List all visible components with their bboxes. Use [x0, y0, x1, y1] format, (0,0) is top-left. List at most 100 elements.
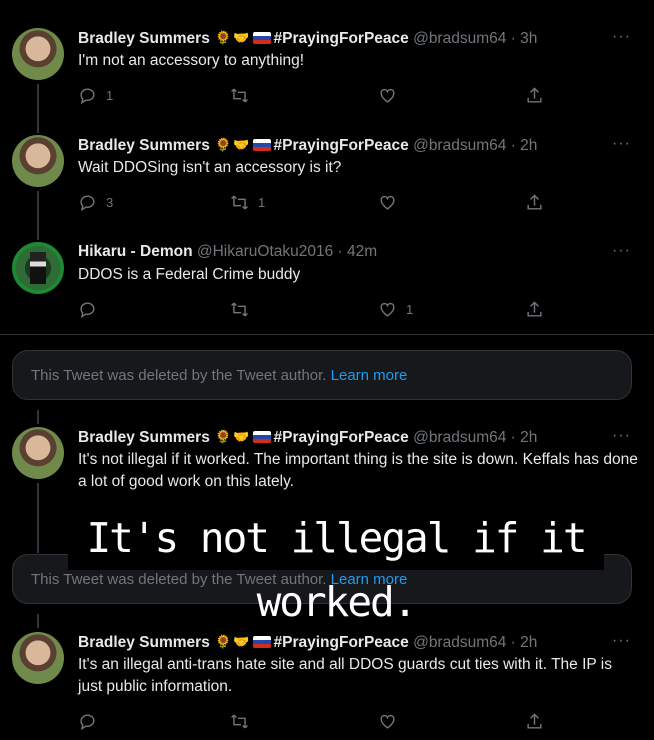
share-button[interactable]: [525, 300, 544, 319]
like-button[interactable]: 1: [378, 300, 413, 319]
tweet-header: Bradley Summers 🌻 🤝 #PrayingForPeace @brad…: [78, 427, 537, 448]
tweet-actions: 3 1: [78, 193, 558, 213]
more-icon[interactable]: ···: [612, 28, 631, 46]
overlay-caption: It's not illegal if it worked.: [68, 506, 604, 626]
user-handle[interactable]: @bradsum64: [413, 634, 506, 651]
retweet-button[interactable]: [230, 300, 258, 319]
timestamp[interactable]: · 42m: [338, 243, 378, 260]
reply-icon: [80, 714, 95, 731]
share-button[interactable]: [525, 86, 544, 105]
more-icon[interactable]: ···: [612, 632, 631, 650]
handshake-icon: 🤝: [233, 429, 250, 444]
avatar[interactable]: [12, 632, 64, 684]
timestamp[interactable]: · 2h: [511, 429, 538, 446]
reply-icon: [80, 195, 95, 212]
tweet-text: It's an illegal anti-trans hate site and…: [78, 656, 612, 695]
retweet-count: 1: [258, 195, 266, 210]
hashtag[interactable]: #PrayingForPeace: [274, 429, 409, 446]
reply-button[interactable]: 1: [78, 86, 113, 105]
handshake-icon: 🤝: [233, 30, 250, 45]
retweet-icon: [231, 88, 248, 103]
display-name[interactable]: Bradley Summers: [78, 30, 210, 47]
deleted-notice-text: This Tweet was deleted by the Tweet auth…: [31, 367, 327, 384]
retweet-button[interactable]: [230, 712, 249, 731]
retweet-button[interactable]: 1: [230, 193, 265, 212]
tweet-text: I'm not an accessory to anything!: [78, 52, 305, 69]
display-name[interactable]: Bradley Summers: [78, 634, 210, 651]
hashtag[interactable]: #PrayingForPeace: [274, 634, 409, 651]
user-handle[interactable]: @HikaruOtaku2016: [197, 243, 333, 260]
tweet-header: Bradley Summers 🌻 🤝 #PrayingForPeace @brad…: [78, 632, 537, 653]
timestamp[interactable]: · 2h: [511, 137, 538, 154]
more-icon[interactable]: ···: [612, 427, 631, 445]
more-icon[interactable]: ···: [612, 135, 631, 153]
share-button[interactable]: [525, 193, 544, 212]
user-handle[interactable]: @bradsum64: [413, 30, 506, 47]
like-icon: [380, 195, 395, 210]
thread-line: [37, 84, 39, 124]
tweet-text: Wait DDOSing isn't an accessory is it?: [78, 159, 342, 176]
share-icon: [527, 194, 542, 210]
share-icon: [527, 87, 542, 103]
tweet-header: Hikaru - Demon @HikaruOtaku2016 · 42m: [78, 242, 377, 262]
display-name[interactable]: Bradley Summers: [78, 137, 210, 154]
tweet-header: Bradley Summers 🌻 🤝 #PrayingForPeace @brad…: [78, 135, 537, 156]
reply-button[interactable]: [78, 300, 106, 319]
tweet-actions: [78, 712, 558, 732]
hashtag[interactable]: #PrayingForPeace: [274, 137, 409, 154]
like-icon: [380, 88, 395, 103]
thread-line: [37, 230, 39, 240]
timestamp[interactable]: · 2h: [511, 634, 538, 651]
retweet-button[interactable]: [230, 86, 258, 105]
russia-flag-icon: [252, 139, 271, 151]
user-handle[interactable]: @bradsum64: [413, 429, 506, 446]
reply-count: 1: [106, 88, 114, 103]
thread-line: [37, 123, 39, 133]
handshake-icon: 🤝: [233, 137, 250, 152]
avatar[interactable]: [12, 242, 64, 294]
share-button[interactable]: [525, 712, 544, 731]
learn-more-link[interactable]: Learn more: [331, 367, 408, 384]
sunflower-icon: 🌻: [215, 30, 232, 45]
handshake-icon: 🤝: [233, 634, 250, 649]
tweet-text: DDOS is a Federal Crime buddy: [78, 266, 301, 283]
sunflower-icon: 🌻: [215, 634, 232, 649]
share-icon: [527, 713, 542, 729]
tweet-text: It's not illegal if it worked. The impor…: [78, 451, 638, 490]
avatar[interactable]: [12, 135, 64, 187]
sunflower-icon: 🌻: [215, 137, 232, 152]
thread-line: [37, 410, 39, 424]
avatar[interactable]: [12, 427, 64, 479]
russia-flag-icon: [252, 636, 271, 648]
like-button[interactable]: [378, 712, 397, 731]
more-icon[interactable]: ···: [612, 242, 631, 260]
russia-flag-icon: [252, 32, 271, 44]
like-icon: [380, 302, 395, 317]
display-name[interactable]: Hikaru - Demon: [78, 243, 193, 260]
reply-icon: [80, 302, 95, 319]
reply-count: 3: [106, 195, 114, 210]
share-icon: [527, 301, 542, 317]
russia-flag-icon: [252, 431, 271, 443]
retweet-icon: [231, 302, 248, 317]
thread-line: [37, 614, 39, 628]
thread-line: [37, 191, 39, 231]
like-button[interactable]: [378, 193, 406, 212]
tweet-actions: 1: [78, 300, 558, 320]
timestamp[interactable]: · 3h: [511, 30, 538, 47]
tweet-actions: 1: [78, 86, 558, 106]
display-name[interactable]: Bradley Summers: [78, 429, 210, 446]
thread-line: [37, 483, 39, 553]
tweet-header: Bradley Summers 🌻 🤝 #PrayingForPeace @brad…: [78, 28, 537, 49]
user-handle[interactable]: @bradsum64: [413, 137, 506, 154]
hashtag[interactable]: #PrayingForPeace: [274, 30, 409, 47]
avatar[interactable]: [12, 28, 64, 80]
like-button[interactable]: [378, 86, 406, 105]
like-icon: [380, 714, 395, 729]
deleted-tweet-notice: This Tweet was deleted by the Tweet auth…: [12, 350, 632, 400]
sunflower-icon: 🌻: [215, 429, 232, 444]
reply-button[interactable]: [78, 712, 97, 731]
reply-button[interactable]: 3: [78, 193, 113, 212]
reply-icon: [80, 88, 95, 105]
retweet-icon: [231, 714, 248, 729]
